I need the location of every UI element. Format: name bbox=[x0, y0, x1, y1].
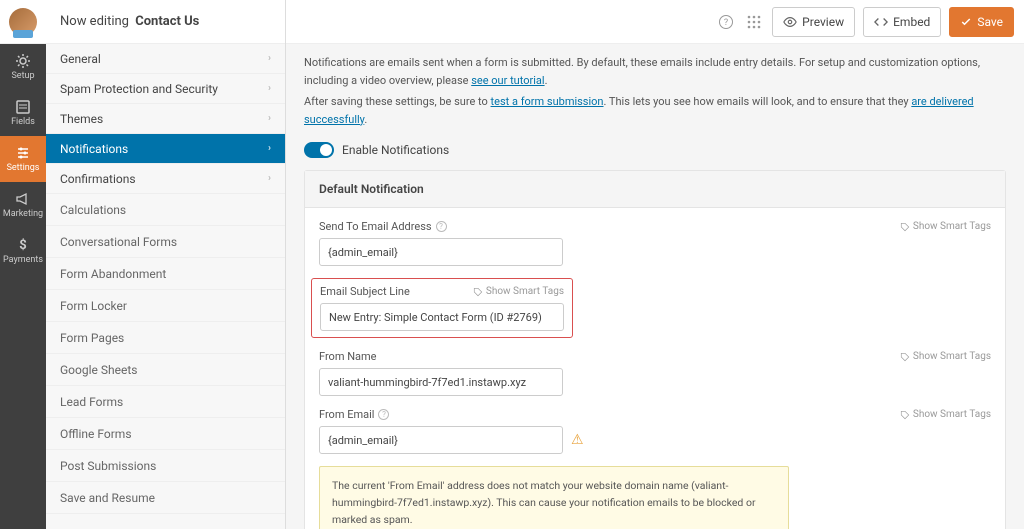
menu-themes[interactable]: Themes› bbox=[46, 104, 285, 134]
menu-sub[interactable]: Form Locker bbox=[46, 290, 285, 322]
from-name-input[interactable] bbox=[319, 368, 563, 396]
svg-text:$: $ bbox=[19, 238, 26, 253]
intro-text: After saving these settings, be sure to … bbox=[304, 93, 1006, 128]
help-icon[interactable]: ? bbox=[716, 12, 736, 32]
svg-text:?: ? bbox=[724, 18, 728, 28]
help-icon[interactable]: ? bbox=[436, 221, 447, 232]
menu-sub[interactable]: Google Sheets bbox=[46, 354, 285, 386]
from-email-input[interactable] bbox=[319, 426, 563, 454]
chevron-right-icon: › bbox=[268, 113, 271, 124]
from-email-label: From Email? bbox=[319, 408, 389, 421]
chevron-right-icon: › bbox=[268, 53, 271, 64]
save-button[interactable]: Save bbox=[949, 7, 1014, 37]
chevron-right-icon: › bbox=[268, 143, 271, 154]
menu-sub[interactable]: Form Pages bbox=[46, 322, 285, 354]
subject-input[interactable] bbox=[320, 303, 564, 331]
warning-icon: ⚠ bbox=[571, 432, 584, 448]
menu-sub[interactable]: Conversational Forms bbox=[46, 226, 285, 258]
logo[interactable] bbox=[0, 0, 46, 44]
menu-sub[interactable]: Calculations bbox=[46, 194, 285, 226]
now-editing: Now editing Contact Us bbox=[46, 0, 285, 44]
menu-sub[interactable]: Offline Forms bbox=[46, 418, 285, 450]
enable-label: Enable Notifications bbox=[342, 143, 449, 157]
panel-title: Default Notification bbox=[305, 171, 1005, 208]
chevron-right-icon: › bbox=[268, 173, 271, 184]
menu-general[interactable]: General› bbox=[46, 44, 285, 74]
menu-sub[interactable]: Form Abandonment bbox=[46, 258, 285, 290]
embed-button[interactable]: Embed bbox=[863, 7, 941, 37]
menu-notifications[interactable]: Notifications› bbox=[46, 134, 285, 164]
send-to-label: Send To Email Address? bbox=[319, 220, 447, 233]
rail-settings[interactable]: Settings bbox=[0, 136, 46, 182]
chevron-right-icon: › bbox=[268, 83, 271, 94]
rail-payments[interactable]: $Payments bbox=[0, 228, 46, 274]
preview-button[interactable]: Preview bbox=[772, 7, 855, 37]
notification-panel: Default Notification Send To Email Addre… bbox=[304, 170, 1006, 529]
test-submission-link[interactable]: test a form submission bbox=[491, 95, 604, 108]
tutorial-link[interactable]: see our tutorial bbox=[471, 74, 544, 87]
rail-marketing[interactable]: Marketing bbox=[0, 182, 46, 228]
smart-tags-toggle[interactable]: Show Smart Tags bbox=[900, 409, 991, 420]
menu-spam[interactable]: Spam Protection and Security› bbox=[46, 74, 285, 104]
rail-setup[interactable]: Setup bbox=[0, 44, 46, 90]
send-to-input[interactable] bbox=[319, 238, 563, 266]
smart-tags-toggle[interactable]: Show Smart Tags bbox=[473, 286, 564, 297]
rail-fields[interactable]: Fields bbox=[0, 90, 46, 136]
smtp-notice: The current 'From Email' address does no… bbox=[319, 466, 789, 529]
help-icon[interactable]: ? bbox=[378, 409, 389, 420]
menu-sub[interactable]: Save and Resume bbox=[46, 482, 285, 514]
subject-label: Email Subject Line bbox=[320, 285, 410, 298]
enable-notifications-toggle[interactable] bbox=[304, 142, 334, 158]
menu-sub[interactable]: Lead Forms bbox=[46, 386, 285, 418]
from-name-label: From Name bbox=[319, 350, 377, 363]
smart-tags-toggle[interactable]: Show Smart Tags bbox=[900, 351, 991, 362]
intro-text: Notifications are emails sent when a for… bbox=[304, 54, 1006, 89]
smart-tags-toggle[interactable]: Show Smart Tags bbox=[900, 221, 991, 232]
menu-sub[interactable]: Post Submissions bbox=[46, 450, 285, 482]
settings-menu: General› Spam Protection and Security› T… bbox=[46, 44, 285, 529]
apps-icon[interactable] bbox=[744, 12, 764, 32]
menu-confirmations[interactable]: Confirmations› bbox=[46, 164, 285, 194]
